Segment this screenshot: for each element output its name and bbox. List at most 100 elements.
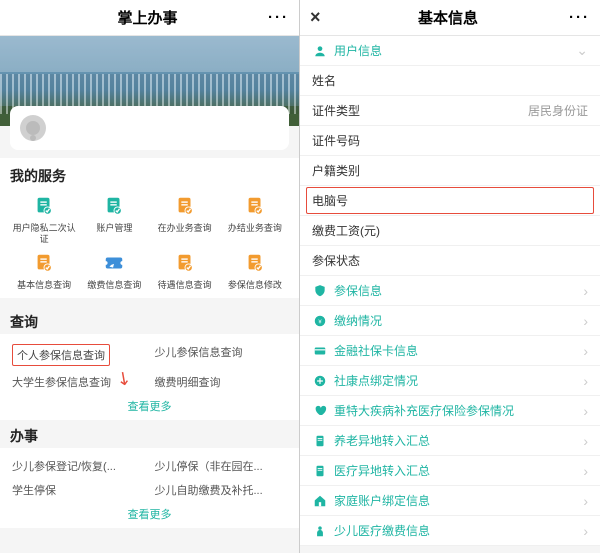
banshi-item[interactable]: 少儿参保登记/恢复(... bbox=[12, 458, 145, 474]
service-icon bbox=[240, 192, 270, 220]
link-row[interactable]: 少儿医疗缴费信息 › bbox=[300, 516, 600, 546]
service-icon bbox=[99, 192, 129, 220]
info-row: 户籍类别 bbox=[300, 156, 600, 186]
page-title: 基本信息 bbox=[330, 7, 566, 28]
chevron-right-icon: › bbox=[583, 283, 588, 299]
more-button[interactable]: ··· bbox=[265, 9, 289, 26]
info-label: 缴费工资(元) bbox=[312, 222, 380, 239]
query-item[interactable]: 少儿参保信息查询 bbox=[155, 344, 288, 366]
service-label: 用户隐私二次认证 bbox=[10, 223, 78, 245]
chevron-right-icon: › bbox=[583, 523, 588, 539]
info-value: 居民身份证 bbox=[528, 102, 588, 119]
link-row[interactable]: 金融社保卡信息› bbox=[300, 336, 600, 366]
link-row[interactable]: ¥ 缴纳情况 › bbox=[300, 306, 600, 336]
query-item-highlighted[interactable]: 个人参保信息查询 bbox=[12, 344, 110, 366]
banshi-item[interactable]: 少儿自助缴费及补托... bbox=[155, 482, 288, 498]
banshi-item[interactable]: 少儿停保（非在园在... bbox=[155, 458, 288, 474]
chevron-right-icon: › bbox=[583, 373, 588, 389]
link-row[interactable]: 社康点绑定情况 › bbox=[300, 366, 600, 396]
card-icon bbox=[312, 343, 328, 359]
more-button[interactable]: ··· bbox=[566, 9, 590, 26]
query-heading: 查询 bbox=[0, 306, 299, 334]
service-item[interactable]: 基本信息查询 bbox=[10, 249, 78, 291]
link-row[interactable]: 医疗异地转入汇总› bbox=[300, 456, 600, 486]
info-label: 姓名 bbox=[312, 72, 336, 89]
service-item[interactable]: 待遇信息查询 bbox=[151, 249, 219, 291]
info-row: 证件号码 bbox=[300, 126, 600, 156]
services-heading: 我的服务 bbox=[10, 166, 289, 186]
doc-icon bbox=[312, 433, 328, 449]
page-title: 掌上办事 bbox=[30, 7, 265, 28]
chevron-right-icon: › bbox=[583, 403, 588, 419]
service-label: 办结业务查询 bbox=[228, 223, 282, 234]
query-grid: 个人参保信息查询 少儿参保信息查询大学生参保信息查询缴费明细查询 bbox=[10, 340, 289, 394]
link-label: 少儿医疗缴费信息 bbox=[334, 522, 430, 539]
info-label: 证件号码 bbox=[312, 132, 360, 149]
link-row[interactable]: 重特大疾病补充医疗保险参保情况 › bbox=[300, 396, 600, 426]
info-row: 参保状态 bbox=[300, 246, 600, 276]
service-icon bbox=[29, 249, 59, 277]
service-label: 在办业务查询 bbox=[158, 223, 212, 234]
plus-icon bbox=[312, 373, 328, 389]
link-label: 养老异地转入汇总 bbox=[334, 432, 430, 449]
service-icon bbox=[170, 192, 200, 220]
info-row: 缴费工资(元) bbox=[300, 216, 600, 246]
heart-icon bbox=[312, 403, 328, 419]
service-label: 待遇信息查询 bbox=[158, 280, 212, 291]
service-item[interactable]: 办结业务查询 bbox=[221, 192, 289, 245]
info-label: 户籍类别 bbox=[312, 162, 360, 179]
service-icon bbox=[240, 249, 270, 277]
child-icon bbox=[312, 523, 328, 539]
view-more-link-2[interactable]: 查看更多 bbox=[10, 502, 289, 524]
service-item[interactable]: 参保信息修改 bbox=[221, 249, 289, 291]
user-card[interactable] bbox=[10, 106, 289, 150]
chevron-down-icon: ⌄ bbox=[576, 42, 588, 59]
chevron-right-icon: › bbox=[583, 493, 588, 509]
info-label: 参保状态 bbox=[312, 252, 360, 269]
banshi-heading: 办事 bbox=[0, 420, 299, 448]
chevron-right-icon: › bbox=[583, 313, 588, 329]
chevron-right-icon: › bbox=[583, 433, 588, 449]
chevron-right-icon: › bbox=[583, 343, 588, 359]
coin-icon: ¥ bbox=[312, 313, 328, 329]
service-icon bbox=[170, 249, 200, 277]
link-label: 缴纳情况 bbox=[334, 312, 382, 329]
link-label: 重特大疾病补充医疗保险参保情况 bbox=[334, 402, 514, 419]
query-item[interactable]: 大学生参保信息查询 bbox=[12, 374, 145, 390]
banshi-item[interactable]: 学生停保 bbox=[12, 482, 145, 498]
banshi-block: 少儿参保登记/恢复(... 少儿停保（非在园在... 学生停保少儿自助缴费及补托..… bbox=[0, 448, 299, 528]
view-more-link[interactable]: 查看更多 bbox=[10, 394, 289, 416]
doc-icon bbox=[312, 463, 328, 479]
link-label: 家庭账户绑定信息 bbox=[334, 492, 430, 509]
service-icon bbox=[29, 192, 59, 220]
services-card: 我的服务 用户隐私二次认证账户管理在办业务查询 办结业务查询基本信息查询缴费信息查… bbox=[0, 158, 299, 298]
info-row: 电脑号 bbox=[300, 186, 600, 216]
topbar-left: 掌上办事 ··· bbox=[0, 0, 299, 36]
service-item[interactable]: 用户隐私二次认证 bbox=[10, 192, 78, 245]
banshi-grid: 少儿参保登记/恢复(... 少儿停保（非在园在... 学生停保少儿自助缴费及补托..… bbox=[10, 454, 289, 502]
query-block: 个人参保信息查询 少儿参保信息查询大学生参保信息查询缴费明细查询 查看更多 bbox=[0, 334, 299, 420]
topbar-right: × 基本信息 ··· bbox=[300, 0, 600, 36]
avatar-icon bbox=[20, 115, 46, 141]
query-item[interactable]: 缴费明细查询 bbox=[155, 374, 288, 390]
service-item[interactable]: 账户管理 bbox=[80, 192, 148, 245]
query-item[interactable]: 个人参保信息查询 bbox=[12, 344, 145, 366]
link-row[interactable]: 养老异地转入汇总 › bbox=[300, 426, 600, 456]
info-row: 姓名 bbox=[300, 66, 600, 96]
home-icon bbox=[312, 493, 328, 509]
link-label: 医疗异地转入汇总 bbox=[334, 462, 430, 479]
service-item[interactable]: 缴费信息查询 bbox=[80, 249, 148, 291]
app-right-pane: × 基本信息 ··· 用户信息 ⌄ 姓名证件类型居民身份证证件号码户籍类别电脑号… bbox=[300, 0, 600, 553]
service-label: 参保信息修改 bbox=[228, 280, 282, 291]
shield-icon bbox=[312, 283, 328, 299]
section-user-info[interactable]: 用户信息 ⌄ bbox=[300, 36, 600, 66]
service-icon bbox=[99, 249, 129, 277]
close-button[interactable]: × bbox=[310, 7, 330, 28]
link-label: 社康点绑定情况 bbox=[334, 372, 418, 389]
service-item[interactable]: 在办业务查询 bbox=[151, 192, 219, 245]
info-row: 证件类型居民身份证 bbox=[300, 96, 600, 126]
service-label: 基本信息查询 bbox=[17, 280, 71, 291]
link-row[interactable]: 参保信息› bbox=[300, 276, 600, 306]
user-icon bbox=[312, 43, 328, 59]
link-row[interactable]: 家庭账户绑定信息 › bbox=[300, 486, 600, 516]
